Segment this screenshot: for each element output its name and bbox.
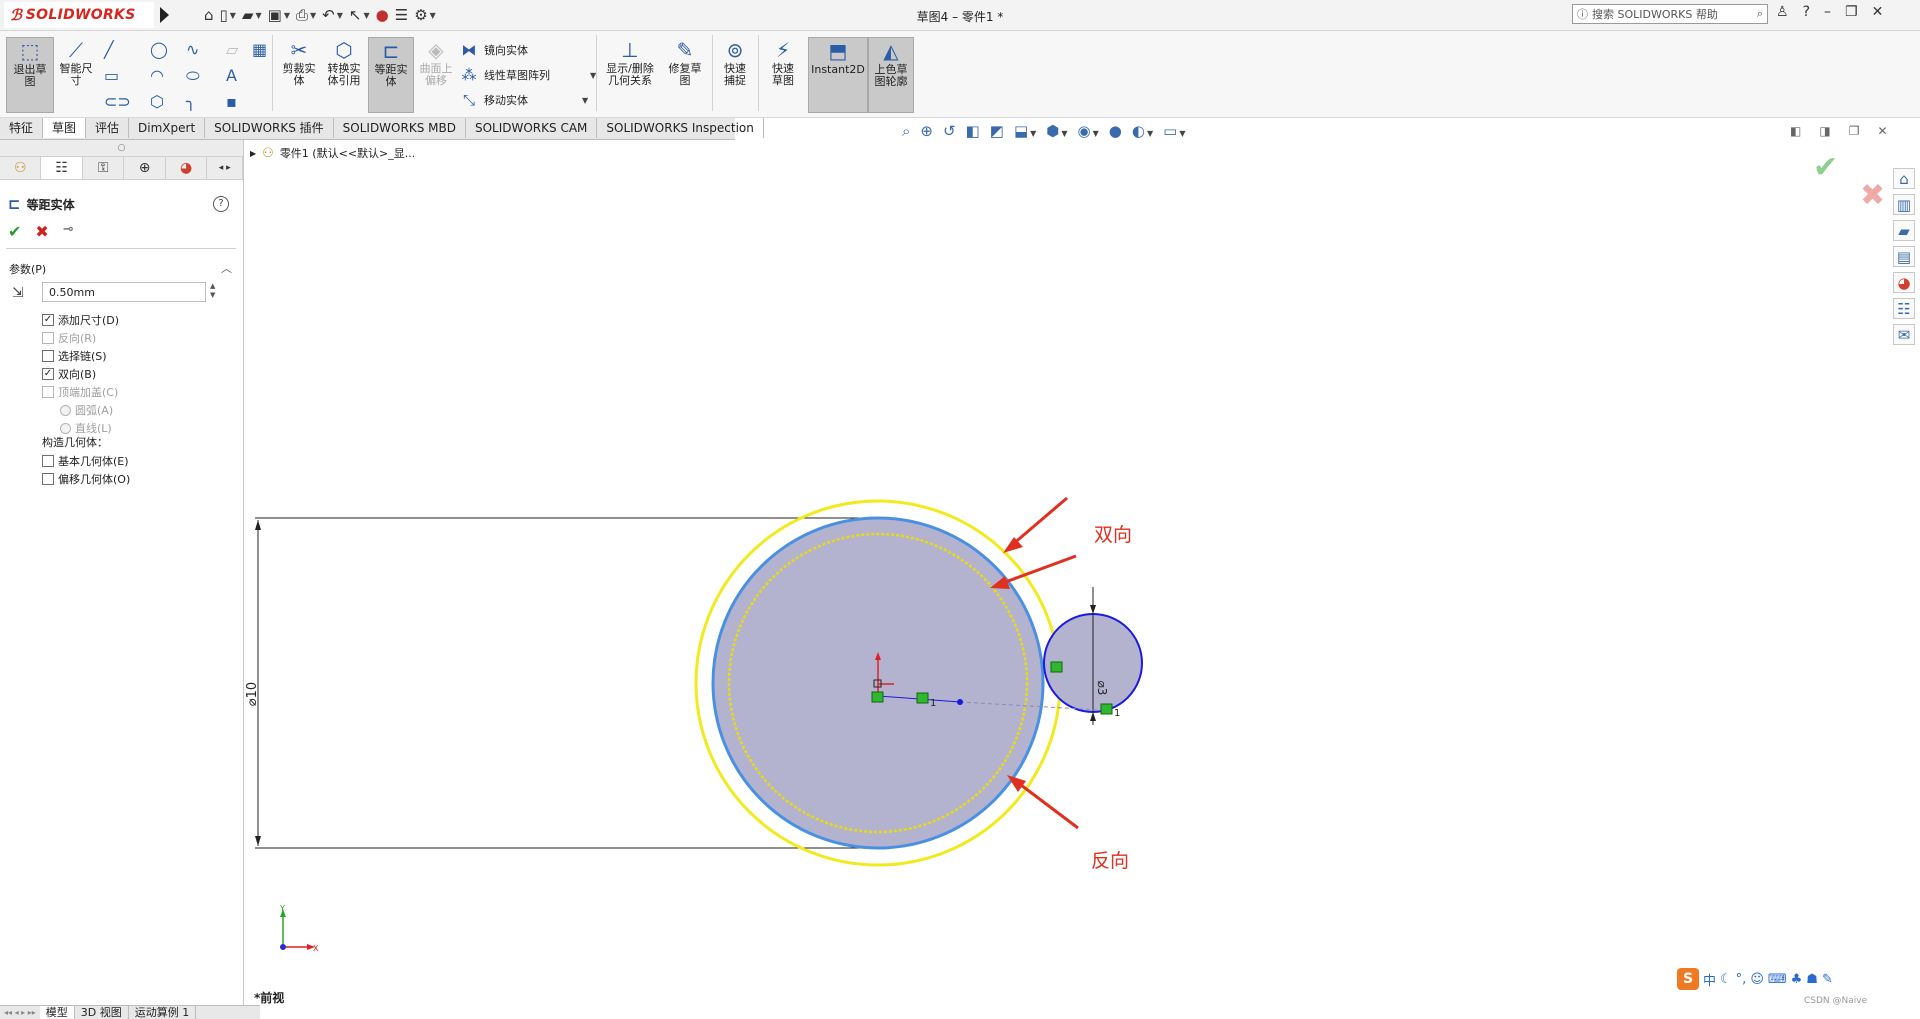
arrow-reverse: [1016, 780, 1079, 830]
triad-y-label: Y: [279, 904, 285, 913]
sogou-ime-logo[interactable]: S: [1677, 968, 1699, 990]
quote-icon[interactable]: °,: [1736, 972, 1747, 987]
reverse-annotation: 反向: [1091, 850, 1129, 872]
view-orientation-name: *前视: [254, 991, 285, 1005]
skin-icon[interactable]: ♣: [1791, 972, 1803, 987]
bottom-model-tabs: ◂◂ ◂ ▸ ▸▸ 模型 3D 视图 运动算例 1: [0, 1005, 260, 1019]
tab-3d-view[interactable]: 3D 视图: [75, 1006, 129, 1019]
triad-origin: [280, 944, 286, 950]
tab-scroll-arrows[interactable]: ◂◂ ◂ ▸ ▸▸: [0, 1006, 40, 1019]
small-circle-diameter-dimension[interactable]: ⌀3: [1095, 681, 1109, 696]
dimension-arrow-icon: [1090, 712, 1096, 721]
triad-x-label: X: [313, 944, 319, 953]
horizontal-relation-icon[interactable]: [916, 692, 929, 704]
sketch-drawing: ⌀10 ⌀3 1 1 双向 反向 X Y: [245, 496, 1143, 953]
settings-wrench-icon[interactable]: ✎: [1822, 972, 1833, 987]
dimension-arrow-icon: [1090, 605, 1096, 614]
emoji-icon[interactable]: ☺: [1750, 972, 1764, 987]
input-method-toolbar: S 中 ☾ °, ☺ ⌨ ♣ ☗ ✎: [1677, 968, 1833, 990]
relation-index-label: 1: [930, 698, 936, 709]
watermark-text: CSDN @Naive: [1804, 996, 1868, 1006]
moon-punctuation-icon[interactable]: ☾: [1720, 972, 1732, 987]
tab-model[interactable]: 模型: [39, 1006, 75, 1019]
arrow-bidirectional-outer: [1011, 496, 1068, 547]
coincident-relation-icon[interactable]: [871, 691, 884, 703]
relation-index-label-2: 1: [1114, 708, 1120, 719]
keyboard-icon[interactable]: ⌨: [1768, 972, 1787, 987]
center-line-endpoint[interactable]: [957, 699, 963, 705]
dimension-arrow-icon: [255, 520, 261, 530]
tangent-relation-icon[interactable]: [1050, 661, 1063, 673]
large-circle-diameter-dimension[interactable]: ⌀10: [245, 682, 260, 706]
ime-language[interactable]: 中: [1703, 970, 1716, 989]
shirt-icon[interactable]: ☗: [1806, 972, 1818, 987]
horizontal-relation-icon-2[interactable]: [1100, 703, 1113, 715]
tab-motion-study[interactable]: 运动算例 1: [129, 1006, 197, 1019]
dimension-arrow-icon: [255, 836, 261, 846]
bidirectional-annotation: 双向: [1094, 524, 1132, 546]
